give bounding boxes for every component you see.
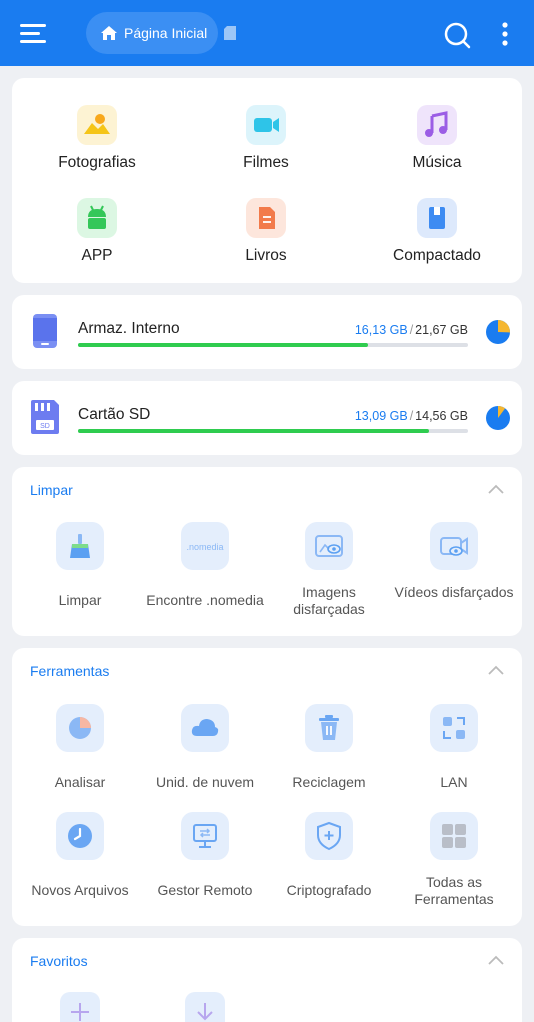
storage-sd-card[interactable]: SD Cartão SD 13,09 GB/14,56 GB (12, 381, 522, 455)
favorite-add[interactable] (18, 992, 142, 1022)
archive-icon (417, 198, 457, 238)
pie-chart-icon (486, 406, 510, 430)
tool-label: Imagens disfarçadas (293, 584, 365, 617)
tool-remote-manager[interactable]: Gestor Remoto (143, 812, 267, 899)
category-label: APP (81, 247, 113, 264)
tool-recycle[interactable]: Reciclagem (267, 704, 391, 791)
plus-icon (60, 992, 100, 1022)
storage-amount: 16,13 GB/21,67 GB (354, 323, 468, 337)
storage-progress-fill (78, 429, 429, 433)
pie-chart-icon (486, 320, 510, 344)
tool-label: Unid. de nuvem (155, 774, 255, 790)
favorites-section: Favoritos (12, 938, 522, 1022)
tool-label: Todas as Ferramentas (414, 874, 494, 907)
section-title: Favoritos (30, 953, 88, 969)
shield-icon (305, 812, 353, 860)
chevron-up-icon[interactable] (488, 955, 504, 965)
sd-icon-label: SD (40, 423, 50, 430)
category-label: Compactado (393, 247, 481, 264)
tool-label: LAN (440, 774, 468, 790)
music-icon (417, 105, 457, 145)
book-icon (246, 198, 286, 238)
category-music[interactable]: Música (372, 105, 502, 172)
category-movies[interactable]: Filmes (201, 105, 331, 172)
tool-encrypted[interactable]: Criptografado (267, 812, 391, 899)
breadcrumb-home-label: Página Inicial (124, 25, 208, 41)
categories-card: Fotografias Filmes Música APP Livros Com… (12, 78, 522, 283)
trash-icon (305, 704, 353, 752)
menu-icon[interactable] (20, 24, 46, 44)
favorite-downloads[interactable] (143, 992, 267, 1022)
storage-amount: 13,09 GB/14,56 GB (354, 409, 468, 423)
storage-internal[interactable]: Armaz. Interno 16,13 GB/21,67 GB (12, 295, 522, 369)
tool-hidden-videos[interactable]: Vídeos disfarçados (392, 522, 516, 601)
home-icon (101, 26, 117, 40)
document-icon[interactable] (224, 26, 236, 40)
category-label: Música (412, 154, 462, 171)
tool-label: Analisar (54, 774, 106, 790)
nomedia-icon: .nomedia (181, 522, 229, 570)
hidden-video-icon (430, 522, 478, 570)
clean-section: Limpar Limpar .nomedia Encontre .nomedia (12, 467, 522, 636)
android-icon (77, 198, 117, 238)
storage-name: Armaz. Interno (78, 320, 180, 337)
tool-label: Gestor Remoto (157, 882, 253, 898)
tool-label: Limpar (58, 592, 102, 608)
lan-icon (430, 704, 478, 752)
storage-name: Cartão SD (78, 406, 151, 423)
storage-progress-bar (78, 429, 468, 433)
tool-label: Encontre .nomedia (146, 592, 264, 608)
app-bar: Página Inicial (0, 0, 534, 66)
tool-label: Vídeos disfarçados (394, 584, 514, 600)
tool-all-tools[interactable]: Todas as Ferramentas (392, 812, 516, 908)
monitor-icon (181, 812, 229, 860)
category-label: Filmes (243, 154, 289, 171)
pie-free-slice (498, 320, 510, 333)
breadcrumb-home[interactable]: Página Inicial (86, 12, 218, 54)
grid-icon (430, 812, 478, 860)
more-vertical-icon[interactable] (498, 21, 512, 47)
tool-cloud[interactable]: Unid. de nuvem (143, 704, 267, 791)
broom-icon (56, 522, 104, 570)
category-books[interactable]: Livros (201, 198, 331, 265)
tool-label: Reciclagem (292, 774, 366, 790)
tool-lan[interactable]: LAN (392, 704, 516, 791)
tool-clean[interactable]: Limpar (18, 522, 142, 609)
storage-progress-bar (78, 343, 468, 347)
video-icon (246, 105, 286, 145)
phone-icon (33, 314, 57, 348)
storage-progress-fill (78, 343, 369, 347)
tool-analyze[interactable]: Analisar (18, 704, 142, 791)
nomedia-icon-label: .nomedia (186, 542, 223, 552)
hidden-image-icon (305, 522, 353, 570)
download-icon (185, 992, 225, 1022)
category-photos[interactable]: Fotografias (32, 105, 162, 172)
tool-find-nomedia[interactable]: .nomedia Encontre .nomedia (143, 522, 267, 609)
tool-new-files[interactable]: Novos Arquivos (18, 812, 142, 899)
cloud-icon (181, 704, 229, 752)
chevron-up-icon[interactable] (488, 484, 504, 494)
section-title: Ferramentas (30, 663, 110, 679)
section-title: Limpar (30, 482, 73, 498)
tools-section: Ferramentas Analisar Unid. de nuvem Reci… (12, 648, 522, 926)
tool-label: Criptografado (286, 882, 372, 898)
clock-icon (56, 812, 104, 860)
category-label: Fotografias (58, 154, 136, 171)
tool-label: Novos Arquivos (31, 882, 129, 898)
chevron-up-icon[interactable] (488, 665, 504, 675)
category-archive[interactable]: Compactado (372, 198, 502, 265)
category-app[interactable]: APP (32, 198, 162, 265)
search-icon[interactable] (443, 21, 471, 49)
image-icon (77, 105, 117, 145)
tool-hidden-images[interactable]: Imagens disfarçadas (267, 522, 391, 618)
sd-card-icon: SD (31, 400, 59, 434)
category-label: Livros (245, 247, 287, 264)
pie-chart-icon (56, 704, 104, 752)
